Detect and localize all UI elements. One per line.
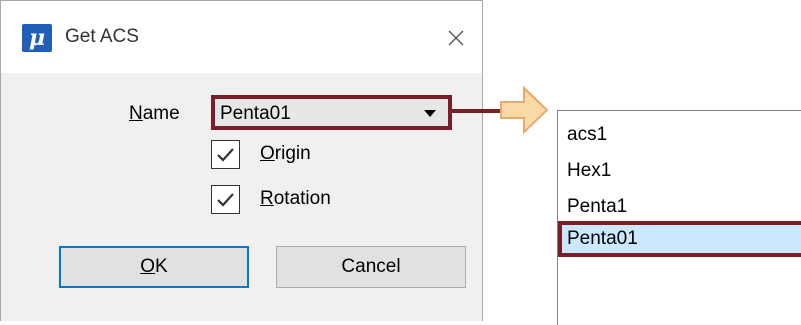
dialog-title: Get ACS [65, 26, 139, 47]
dropdown-item-penta01[interactable]: Penta01 [558, 221, 801, 257]
origin-label: Origin [260, 143, 311, 164]
checkmark-icon [217, 148, 234, 162]
chevron-down-icon[interactable] [424, 110, 436, 117]
checkmark-icon [217, 193, 234, 207]
dropdown-item-penta1[interactable]: Penta1 [558, 189, 801, 225]
name-label: Name [129, 103, 180, 124]
microstation-icon: μ [22, 24, 52, 52]
name-combobox[interactable]: Penta01 [211, 95, 452, 130]
callout-connector [451, 85, 549, 135]
get-acs-dialog: μ Get ACS Name Penta01 Origin Rotation O… [0, 0, 483, 321]
rotation-checkbox[interactable] [211, 185, 240, 214]
title-bar: μ Get ACS [1, 1, 482, 73]
right-arrow-icon [500, 85, 549, 135]
close-icon[interactable] [441, 23, 471, 53]
ok-button[interactable]: OK [59, 246, 249, 288]
name-dropdown-list: acs1 Hex1 Penta1 Penta01 [557, 110, 801, 325]
cancel-button[interactable]: Cancel [276, 246, 466, 288]
name-combobox-value: Penta01 [220, 103, 291, 124]
origin-checkbox[interactable] [211, 140, 240, 169]
dropdown-item-hex1[interactable]: Hex1 [558, 153, 801, 189]
dropdown-item-acs1[interactable]: acs1 [558, 117, 801, 153]
rotation-label: Rotation [260, 188, 331, 209]
